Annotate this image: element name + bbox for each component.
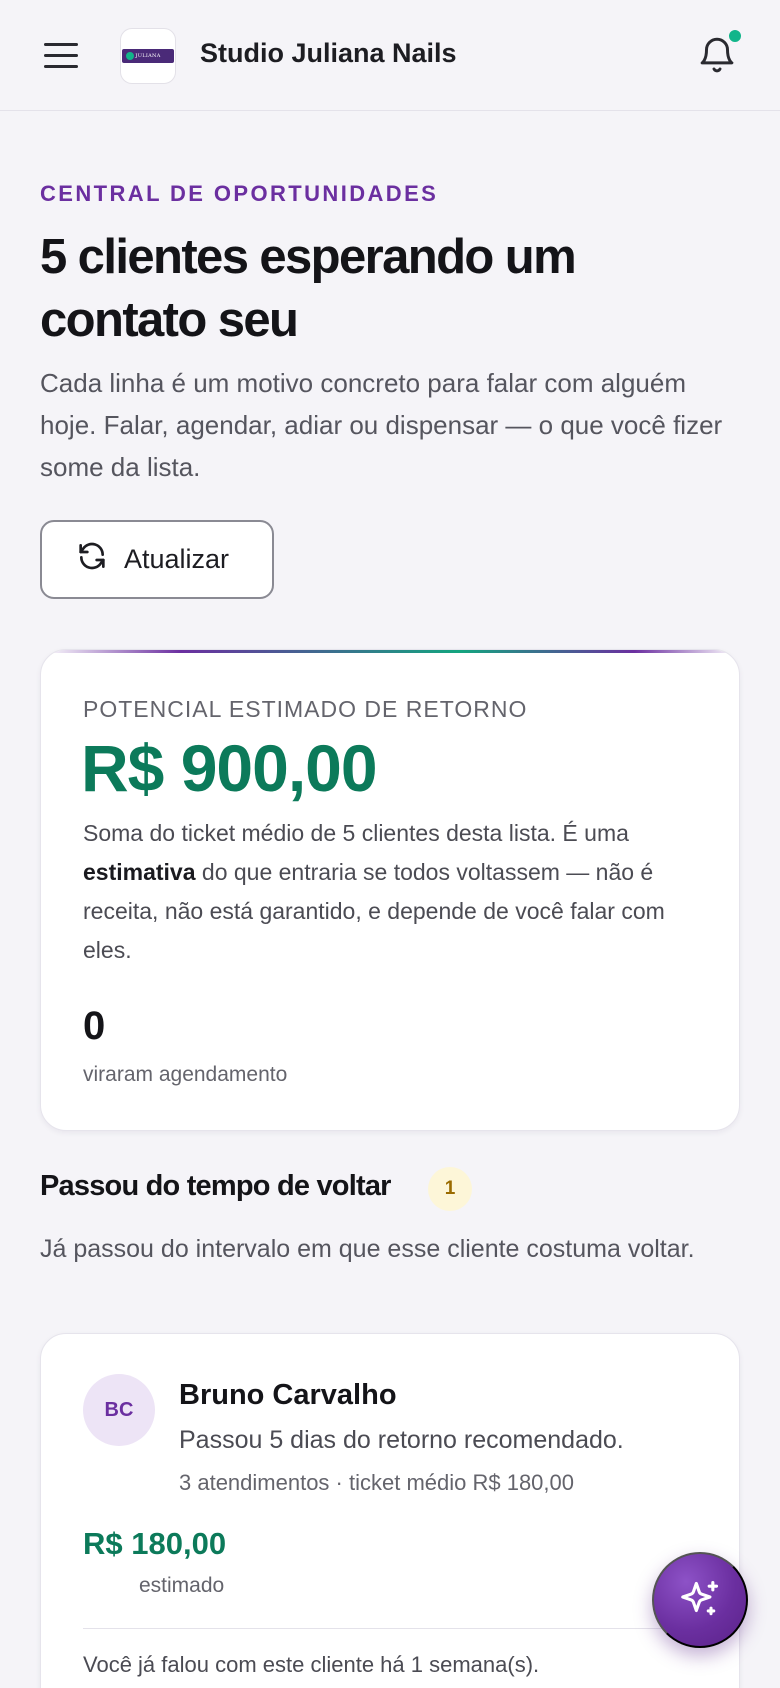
client-meta: 3 atendimentos · ticket médio R$ 180,00	[179, 1470, 575, 1495]
potential-return-card: POTENCIAL ESTIMADO DE RETORNO R$ 900,00 …	[40, 649, 740, 1131]
potential-value: R$ 900,00	[81, 731, 378, 805]
top-bar: JULIANA Studio Juliana Nails	[0, 0, 780, 111]
refresh-button[interactable]: Atualizar	[40, 520, 274, 599]
overdue-count-badge: 1	[428, 1167, 472, 1211]
client-estimated-value: R$ 180,00	[83, 1526, 227, 1561]
client-contact-note: Você já falou com este cliente há 1 sema…	[83, 1652, 540, 1677]
sparkles-icon	[678, 1577, 722, 1624]
notification-dot	[727, 28, 743, 44]
refresh-icon	[76, 540, 108, 579]
converted-count-label: viraram agendamento	[83, 1063, 288, 1086]
section-eyebrow: CENTRAL DE OPORTUNIDADES	[40, 181, 439, 206]
page-title: 5 clientes esperando um contato seu	[40, 230, 577, 347]
logo-wordmark: JULIANA	[122, 49, 174, 63]
client-reason: Passou 5 dias do retorno recomendado.	[179, 1426, 624, 1454]
brand-name: Studio Juliana Nails	[200, 38, 457, 68]
page-subtitle: Cada linha é um motivo concreto para fal…	[40, 368, 723, 482]
converted-count: 0	[83, 1004, 106, 1048]
brand-logo[interactable]: JULIANA	[120, 28, 176, 84]
refresh-label: Atualizar	[124, 544, 230, 574]
potential-label: POTENCIAL ESTIMADO DE RETORNO	[83, 696, 528, 722]
client-estimated-label: estimado	[139, 1574, 225, 1597]
overdue-section-subtitle: Já passou do intervalo em que esse clien…	[40, 1235, 695, 1263]
potential-description: Soma do ticket médio de 5 clientes desta…	[83, 820, 665, 963]
overdue-section-title: Passou do tempo de voltar	[40, 1170, 391, 1202]
hamburger-menu-icon[interactable]	[44, 36, 82, 74]
client-card[interactable]: BC Bruno Carvalho Passou 5 dias do retor…	[40, 1333, 740, 1688]
client-name: Bruno Carvalho	[179, 1379, 397, 1411]
divider	[83, 1628, 699, 1629]
ai-assistant-button[interactable]	[652, 1552, 748, 1648]
avatar: BC	[83, 1374, 155, 1446]
